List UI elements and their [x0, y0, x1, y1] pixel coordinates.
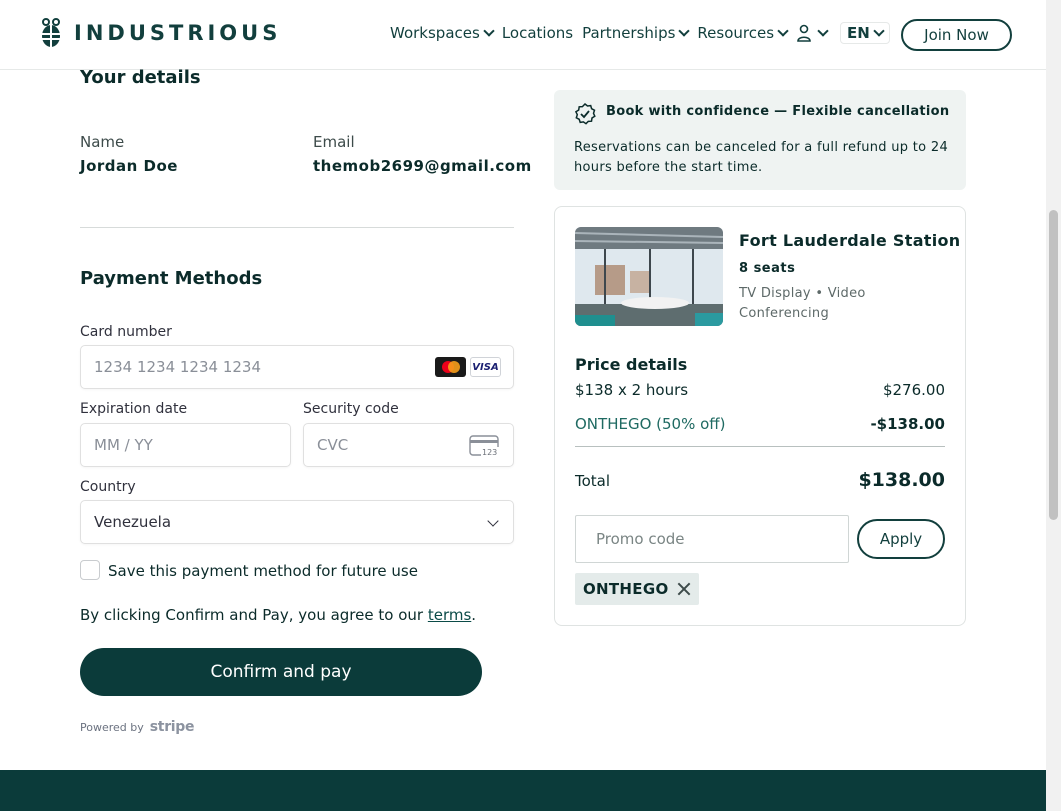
email-label: Email	[313, 133, 355, 151]
language-selector[interactable]: EN	[840, 22, 890, 44]
seat-count: 8 seats	[739, 261, 796, 276]
cvc-icon-text: 123	[482, 448, 497, 457]
brand-logo[interactable]: INDUSTRIOUS	[38, 18, 281, 48]
promo-code-input[interactable]: Promo code	[575, 515, 849, 563]
terms-notice: By clicking Confirm and Pay, you agree t…	[80, 606, 476, 624]
stripe-logo: stripe	[149, 719, 195, 735]
nav-workspaces[interactable]: Workspaces	[390, 24, 495, 42]
chevron-down-icon	[777, 25, 789, 37]
mastercard-icon	[435, 357, 466, 377]
email-value: themob2699@gmail.com	[313, 157, 532, 175]
rate-line-value: $276.00	[882, 381, 945, 399]
cancellation-notice: Book with confidence — Flexible cancella…	[554, 90, 966, 190]
name-value: Jordan Doe	[80, 157, 178, 175]
card-brand-logos: VISA	[435, 357, 501, 377]
card-number-placeholder: 1234 1234 1234 1234	[94, 358, 261, 376]
bee-logo-icon	[42, 18, 60, 47]
country-value: Venezuela	[94, 513, 172, 531]
site-footer	[0, 770, 1046, 811]
applied-promo-code: ONTHEGO	[583, 580, 669, 598]
expiration-placeholder: MM / YY	[94, 436, 153, 454]
promo-code-placeholder: Promo code	[596, 530, 685, 548]
close-icon[interactable]	[677, 582, 691, 596]
card-number-input[interactable]: 1234 1234 1234 1234 VISA	[80, 345, 514, 389]
nav-label: Workspaces	[390, 24, 480, 42]
nav-locations[interactable]: Locations	[502, 24, 573, 42]
cancellation-text: Reservations can be canceled for a full …	[574, 140, 949, 175]
cvc-card-icon: 123	[469, 435, 501, 457]
save-payment-label[interactable]: Save this payment method for future use	[108, 562, 418, 580]
payment-methods-title: Payment Methods	[80, 268, 263, 289]
terms-link[interactable]: terms	[428, 606, 471, 624]
applied-promo-tag: ONTHEGO	[575, 573, 699, 605]
visa-icon: VISA	[470, 357, 501, 377]
powered-by-stripe[interactable]: Powered by stripe	[80, 719, 195, 735]
chevron-down-icon	[817, 25, 829, 37]
name-label: Name	[80, 133, 125, 151]
nav-resources[interactable]: Resources	[697, 24, 789, 42]
country-label: Country	[80, 479, 136, 495]
user-icon	[797, 24, 811, 42]
amenities: TV Display • Video Conferencing	[739, 286, 866, 321]
chevron-down-icon	[487, 515, 499, 527]
apply-promo-button[interactable]: Apply	[857, 519, 945, 559]
main-nav: Workspaces Locations Partnerships Resour…	[390, 22, 899, 44]
nav-label: Locations	[501, 24, 574, 42]
account-menu[interactable]	[796, 24, 829, 42]
scrollbar-thumb[interactable]	[1049, 210, 1058, 520]
nav-label: Resources	[697, 24, 775, 42]
expiration-input[interactable]: MM / YY	[80, 423, 291, 467]
chevron-down-icon	[483, 25, 495, 37]
language-label: EN	[847, 24, 870, 42]
verified-badge-icon	[574, 103, 596, 125]
card-number-label: Card number	[80, 324, 172, 340]
total-value: $138.00	[858, 469, 945, 491]
price-divider	[575, 446, 945, 447]
total-label: Total	[575, 472, 611, 490]
security-code-input[interactable]: CVC 123	[303, 423, 514, 467]
brand-name: INDUSTRIOUS	[74, 21, 282, 45]
cancellation-title: Book with confidence — Flexible cancella…	[606, 104, 950, 119]
page-scrollbar[interactable]	[1046, 0, 1061, 811]
cvc-placeholder: CVC	[317, 436, 349, 454]
your-details-title: Your details	[80, 67, 201, 88]
nav-label: Partnerships	[582, 24, 676, 42]
terms-suffix: .	[471, 606, 477, 624]
rate-line-label: $138 x 2 hours	[575, 381, 689, 399]
booking-summary: Fort Lauderdale Station 8 seats TV Displ…	[554, 206, 966, 626]
section-divider	[80, 227, 514, 228]
site-header: INDUSTRIOUS Workspaces Locations Partner…	[0, 0, 1046, 70]
expiration-label: Expiration date	[80, 401, 188, 417]
location-name: Fort Lauderdale Station	[739, 231, 961, 250]
save-payment-checkbox[interactable]	[80, 560, 100, 580]
security-code-label: Security code	[303, 401, 399, 417]
price-details-title: Price details	[575, 355, 688, 374]
discount-value: -$138.00	[870, 415, 945, 433]
join-now-button[interactable]: Join Now	[901, 19, 1012, 51]
terms-prefix: By clicking Confirm and Pay, you agree t…	[80, 606, 428, 624]
chevron-down-icon	[873, 25, 885, 37]
chevron-down-icon	[678, 25, 691, 37]
nav-partnerships[interactable]: Partnerships	[582, 24, 691, 42]
powered-by-label: Powered by	[80, 720, 144, 734]
confirm-and-pay-button[interactable]: Confirm and pay	[80, 648, 482, 696]
country-select[interactable]: Venezuela	[80, 500, 514, 544]
location-photo	[575, 227, 723, 326]
discount-label: ONTHEGO (50% off)	[575, 415, 726, 433]
